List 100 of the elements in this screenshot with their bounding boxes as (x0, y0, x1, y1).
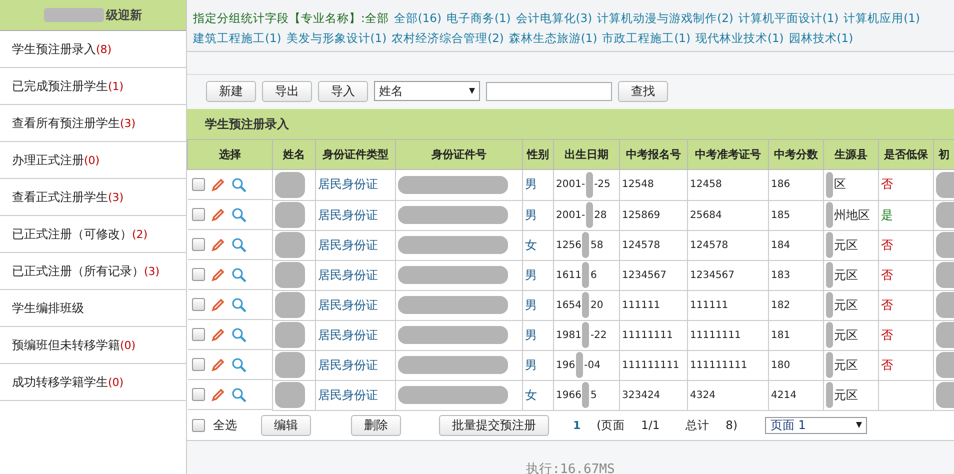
pencil-icon[interactable] (210, 266, 226, 282)
redaction-mark (582, 262, 590, 288)
table-cell: 居民身份证 (316, 200, 396, 230)
filter-link[interactable]: 电子商务(1) (446, 8, 511, 28)
batch-submit-button[interactable]: 批量提交预注册 (439, 414, 549, 436)
search-icon[interactable] (230, 236, 246, 252)
table-cell: 28 (594, 210, 607, 220)
pencil-icon[interactable] (210, 356, 226, 372)
column-header: 中考报名号 (620, 140, 688, 170)
table-cell: 居民身份证 (316, 320, 396, 350)
search-icon[interactable] (230, 356, 246, 372)
filter-link[interactable]: 农村经济综合管理(2) (392, 28, 504, 48)
filter-link[interactable]: 建筑工程施工(1) (193, 28, 282, 48)
filter-link[interactable]: 计算机应用(1) (844, 8, 920, 28)
filter-link[interactable]: 计算机平面设计(1) (738, 8, 839, 28)
table-cell: 12458 (688, 170, 768, 200)
table-cell: 5 (590, 390, 597, 400)
table-cell: 4214 (768, 380, 824, 410)
execution-time: 执行:16.67MS (526, 462, 615, 474)
table-cell: 1611 (556, 270, 582, 280)
table-cell: 1966 (556, 390, 582, 400)
search-icon[interactable] (230, 326, 246, 342)
table-cell: 元区 (834, 298, 858, 312)
select-all-checkbox[interactable] (192, 418, 205, 432)
table-cell: 124578 (688, 230, 768, 260)
table-cell: 111111 (620, 290, 688, 320)
search-icon[interactable] (230, 296, 246, 312)
redaction-mark (586, 202, 594, 228)
pencil-icon[interactable] (210, 236, 226, 252)
table-cell: 否 (881, 238, 893, 252)
filter-link[interactable]: 会计电算化(3) (516, 8, 592, 28)
table-cell: 否 (881, 177, 893, 192)
redaction-mark (582, 292, 590, 318)
filter-link[interactable]: 美发与形象设计(1) (286, 28, 387, 48)
pencil-icon[interactable] (210, 206, 226, 222)
table-cell: -04 (584, 360, 600, 370)
select-all-label: 全选 (213, 416, 237, 434)
column-header: 生源县 (824, 140, 878, 170)
search-icon[interactable] (230, 266, 246, 282)
redaction-mark (582, 382, 590, 408)
row-checkbox[interactable] (192, 328, 204, 341)
filter-link[interactable]: 现代林业技术(1) (695, 28, 784, 48)
table-cell: 181 (768, 320, 824, 350)
table-title: 学生预注册录入 (205, 116, 289, 132)
table-cell: 居民身份证 (316, 260, 396, 290)
row-checkbox[interactable] (192, 208, 204, 221)
table-cell: 186 (768, 170, 824, 200)
table-cell: 2001- (556, 179, 586, 190)
row-checkbox[interactable] (192, 178, 204, 191)
filter-link[interactable]: 市政工程施工(1) (602, 28, 690, 48)
toolbar-button[interactable]: 导入 (318, 80, 368, 102)
redaction-mark (275, 352, 305, 378)
filter-link[interactable]: 计算机动漫与游戏制作(2) (597, 8, 734, 28)
edit-button[interactable]: 编辑 (261, 414, 311, 436)
row-checkbox[interactable] (192, 388, 204, 401)
table-cell: 111111111 (688, 350, 768, 380)
row-checkbox[interactable] (192, 238, 204, 251)
table-cell: 男 (522, 350, 554, 380)
row-checkbox[interactable] (192, 358, 204, 371)
page-link[interactable]: 1 (573, 418, 581, 432)
page-value: 1/1 (641, 418, 660, 432)
column-header: 中考分数 (768, 140, 824, 170)
table-cell: 1234567 (688, 260, 768, 290)
delete-button[interactable]: 删除 (351, 414, 401, 436)
table-cell: 58 (590, 240, 604, 250)
redaction-mark (826, 322, 833, 348)
table-cell: -25 (594, 179, 610, 190)
redaction-mark (275, 382, 305, 408)
page-select[interactable]: 页面 1 (765, 416, 868, 434)
search-icon[interactable] (230, 176, 246, 192)
pencil-icon[interactable] (210, 296, 226, 312)
table-cell: 居民身份证 (316, 290, 396, 320)
pencil-icon[interactable] (210, 386, 226, 402)
pencil-icon[interactable] (210, 326, 226, 342)
search-icon[interactable] (230, 206, 246, 222)
field-select[interactable]: 姓名 (374, 81, 480, 101)
search-button[interactable]: 查找 (618, 80, 668, 102)
filter-link[interactable]: 全部(16) (394, 8, 442, 28)
row-checkbox[interactable] (192, 298, 204, 311)
table-cell: 184 (768, 230, 824, 260)
search-field[interactable] (486, 82, 612, 100)
table-cell: 1654 (556, 300, 582, 310)
table-cell: 男 (522, 200, 554, 230)
redaction-mark (275, 202, 305, 228)
toolbar-button[interactable]: 新建 (206, 80, 256, 102)
row-checkbox[interactable] (192, 268, 204, 281)
filter-link[interactable]: 园林技术(1) (788, 28, 854, 48)
table-cell: 185 (768, 200, 824, 230)
table-cell: 4324 (688, 380, 768, 410)
toolbar-button[interactable]: 导出 (262, 80, 312, 102)
table-cell: 女 (522, 380, 554, 410)
filter-link[interactable]: 森林生态旅游(1) (508, 28, 598, 48)
redaction-mark (275, 172, 305, 198)
redaction-mark (275, 232, 305, 258)
search-icon[interactable] (230, 386, 246, 402)
table-cell: 女 (522, 230, 554, 260)
column-header: 出生日期 (554, 140, 620, 170)
pencil-icon[interactable] (210, 176, 226, 192)
redaction-mark (576, 352, 584, 378)
redaction-mark (275, 262, 305, 288)
